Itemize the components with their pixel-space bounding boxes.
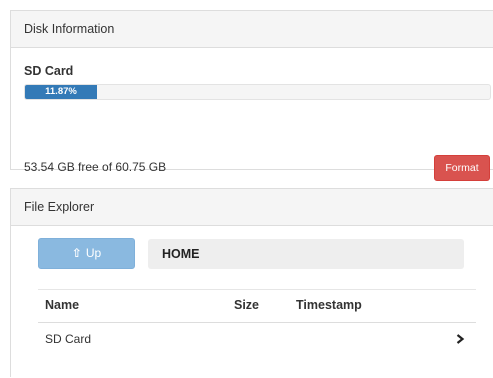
file-panel-title: File Explorer [11,189,493,226]
chevron-right-icon[interactable] [455,334,465,344]
table-header: Name Size Timestamp [38,289,476,323]
file-panel-body: ⇧ Up HOME Name Size Timestamp SD Card [11,226,493,378]
format-button[interactable]: Format [434,155,490,181]
up-button-label: Up [85,246,102,260]
column-header-timestamp: Timestamp [296,298,362,312]
table-row[interactable]: SD Card [38,323,476,355]
disk-information-panel: Disk Information SD Card 11.87% 53.54 GB… [10,10,493,181]
disk-usage-progress: 11.87% [24,84,491,100]
disk-panel-body: SD Card 11.87% 53.54 GB free of 60.75 GB… [11,48,493,181]
arrow-up-icon: ⇧ [71,246,82,260]
up-button[interactable]: ⇧ Up [38,238,135,269]
column-header-name: Name [45,298,80,312]
disk-free-text: 53.54 GB free of 60.75 GB [24,160,167,174]
disk-usage-progress-bar: 11.87% [25,85,97,99]
disk-panel-title: Disk Information [11,11,493,48]
file-table: Name Size Timestamp SD Card [38,289,476,355]
device-label: SD Card [24,64,74,78]
current-path: HOME [148,239,464,269]
file-explorer-panel: File Explorer ⇧ Up HOME Name Size Timesta… [10,188,493,377]
column-header-size: Size [234,298,260,312]
row-name: SD Card [45,332,92,346]
